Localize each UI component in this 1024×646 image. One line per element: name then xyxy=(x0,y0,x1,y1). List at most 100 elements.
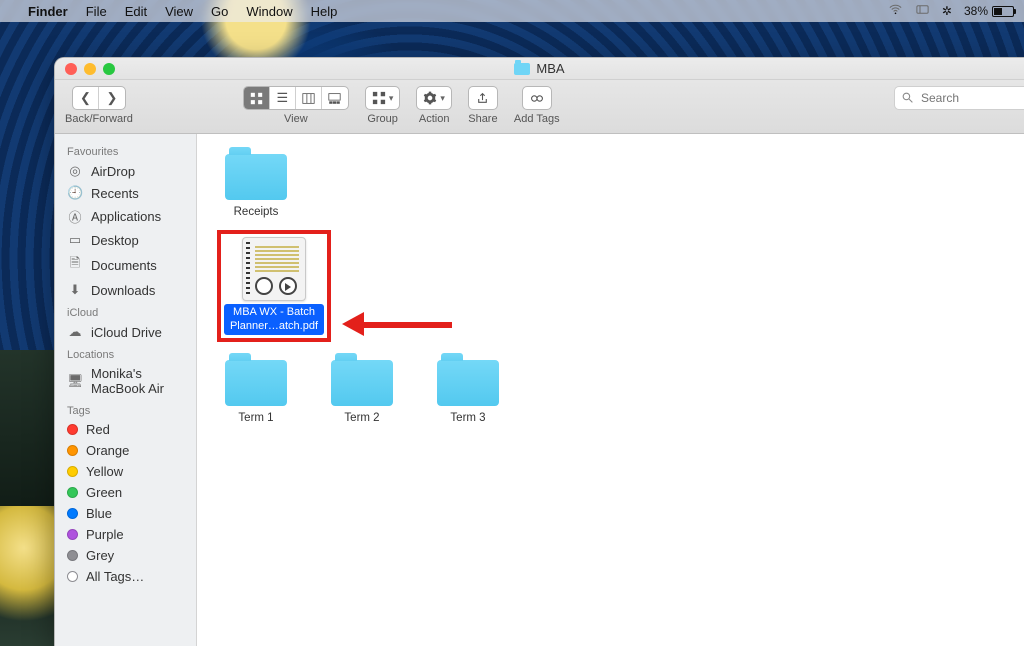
finder-toolbar: ❮ ❯ Back/Forward ☰ View xyxy=(55,80,1024,134)
file-label: MBA WX - Batch Planner…atch.pdf xyxy=(224,304,324,336)
minimize-button[interactable] xyxy=(84,63,96,75)
wifi-icon[interactable] xyxy=(888,2,903,20)
folder-term3[interactable]: Term 3 xyxy=(429,360,507,426)
zoom-button[interactable] xyxy=(103,63,115,75)
nav-label: Back/Forward xyxy=(65,113,133,125)
sidebar-head-tags: Tags xyxy=(55,399,196,419)
share-group: Share xyxy=(468,86,498,125)
sidebar-item-desktop[interactable]: ▭Desktop xyxy=(55,229,196,251)
share-button[interactable] xyxy=(468,86,498,110)
annotation-highlight-box: MBA WX - Batch Planner…atch.pdf xyxy=(217,230,331,343)
sidebar-head-locations: Locations xyxy=(55,343,196,363)
sidebar-tag-yellow[interactable]: Yellow xyxy=(55,461,196,482)
sidebar-item-airdrop[interactable]: ◎AirDrop xyxy=(55,160,196,182)
status-icon[interactable]: ✲ xyxy=(942,4,952,18)
app-menu[interactable]: Finder xyxy=(28,4,68,19)
cloud-icon: ☁ xyxy=(67,324,83,340)
tag-dot-icon xyxy=(67,487,78,498)
finder-content[interactable]: Receipts MBA WX - Batch Planner…atch.pdf xyxy=(197,134,1024,646)
folder-label: Term 1 xyxy=(238,412,273,426)
sidebar-item-recents[interactable]: 🕘Recents xyxy=(55,182,196,204)
sidebar-tag-grey[interactable]: Grey xyxy=(55,545,196,566)
tags-label: Add Tags xyxy=(514,113,560,125)
list-view-button[interactable]: ☰ xyxy=(270,87,296,109)
battery-percent: 38% xyxy=(964,4,988,18)
action-group: ▾ Action xyxy=(416,86,452,125)
computer-icon: 🖥 xyxy=(67,373,83,389)
sidebar-item-icloud-drive[interactable]: ☁iCloud Drive xyxy=(55,321,196,343)
action-label: Action xyxy=(419,113,450,125)
sidebar-tag-green[interactable]: Green xyxy=(55,482,196,503)
menu-help[interactable]: Help xyxy=(311,4,338,19)
search-group xyxy=(894,86,1024,110)
menu-file[interactable]: File xyxy=(86,4,107,19)
nav-group: ❮ ❯ Back/Forward xyxy=(65,86,133,125)
tag-dot-icon xyxy=(67,445,78,456)
sidebar-tag-red[interactable]: Red xyxy=(55,419,196,440)
finder-sidebar: Favourites ◎AirDrop 🕘Recents ⒶApplicatio… xyxy=(55,134,197,646)
sidebar-item-downloads[interactable]: ⬇Downloads xyxy=(55,279,196,301)
view-group: ☰ View xyxy=(243,86,349,125)
file-selected[interactable]: MBA WX - Batch Planner…atch.pdf xyxy=(224,237,324,336)
folder-icon xyxy=(331,360,393,406)
view-label: View xyxy=(284,113,308,125)
gallery-view-button[interactable] xyxy=(322,87,348,109)
finder-window: MBA ❮ ❯ Back/Forward ☰ xyxy=(54,57,1024,646)
sidebar-item-location[interactable]: 🖥Monika's MacBook Air xyxy=(55,363,196,399)
folder-term2[interactable]: Term 2 xyxy=(323,360,401,426)
battery-status[interactable]: 38% xyxy=(964,4,1014,18)
sidebar-item-applications[interactable]: ⒶApplications xyxy=(55,204,196,229)
desktop-icon: ▭ xyxy=(67,232,83,248)
menu-window[interactable]: Window xyxy=(246,4,292,19)
control-center-icon[interactable] xyxy=(915,2,930,20)
folder-label: Receipts xyxy=(234,206,279,220)
wallpaper-accent xyxy=(0,506,60,646)
folder-icon xyxy=(437,360,499,406)
folder-label: Term 2 xyxy=(344,412,379,426)
airdrop-icon: ◎ xyxy=(67,163,83,179)
group-label: Group xyxy=(367,113,398,125)
tag-dot-icon xyxy=(67,424,78,435)
folder-term1[interactable]: Term 1 xyxy=(217,360,295,426)
sidebar-item-documents[interactable]: 🗎Documents xyxy=(55,251,196,279)
window-titlebar[interactable]: MBA xyxy=(55,58,1024,80)
close-button[interactable] xyxy=(65,63,77,75)
applications-icon: Ⓐ xyxy=(67,207,83,226)
forward-button[interactable]: ❯ xyxy=(99,87,125,109)
menu-go[interactable]: Go xyxy=(211,4,228,19)
sidebar-head-favourites: Favourites xyxy=(55,140,196,160)
battery-icon xyxy=(992,6,1014,17)
icon-view-button[interactable] xyxy=(244,87,270,109)
menu-edit[interactable]: Edit xyxy=(125,4,147,19)
alltags-icon xyxy=(67,571,78,582)
sidebar-head-icloud: iCloud xyxy=(55,301,196,321)
title-folder-icon xyxy=(514,63,530,75)
column-view-button[interactable] xyxy=(296,87,322,109)
system-menubar: Finder File Edit View Go Window Help ✲ 3… xyxy=(0,0,1024,22)
back-button[interactable]: ❮ xyxy=(73,87,99,109)
sidebar-tag-orange[interactable]: Orange xyxy=(55,440,196,461)
annotation-arrow xyxy=(342,314,452,334)
menu-view[interactable]: View xyxy=(165,4,193,19)
add-tags-button[interactable] xyxy=(522,86,552,110)
downloads-icon: ⬇ xyxy=(67,282,83,298)
sidebar-tag-blue[interactable]: Blue xyxy=(55,503,196,524)
tag-dot-icon xyxy=(67,529,78,540)
sidebar-all-tags[interactable]: All Tags… xyxy=(55,566,196,587)
pdf-file-icon xyxy=(242,237,306,301)
tag-dot-icon xyxy=(67,550,78,561)
window-title: MBA xyxy=(536,61,564,76)
group-group: ▾ Group xyxy=(365,86,401,125)
folder-receipts[interactable]: Receipts xyxy=(217,154,295,220)
folder-icon xyxy=(225,360,287,406)
action-button[interactable]: ▾ xyxy=(416,86,452,110)
folder-label: Term 3 xyxy=(450,412,485,426)
tag-dot-icon xyxy=(67,466,78,477)
sidebar-tag-purple[interactable]: Purple xyxy=(55,524,196,545)
search-icon xyxy=(901,91,914,107)
tag-dot-icon xyxy=(67,508,78,519)
share-label: Share xyxy=(468,113,497,125)
documents-icon: 🗎 xyxy=(67,254,83,276)
group-button[interactable]: ▾ xyxy=(365,86,401,110)
recents-icon: 🕘 xyxy=(67,185,83,201)
